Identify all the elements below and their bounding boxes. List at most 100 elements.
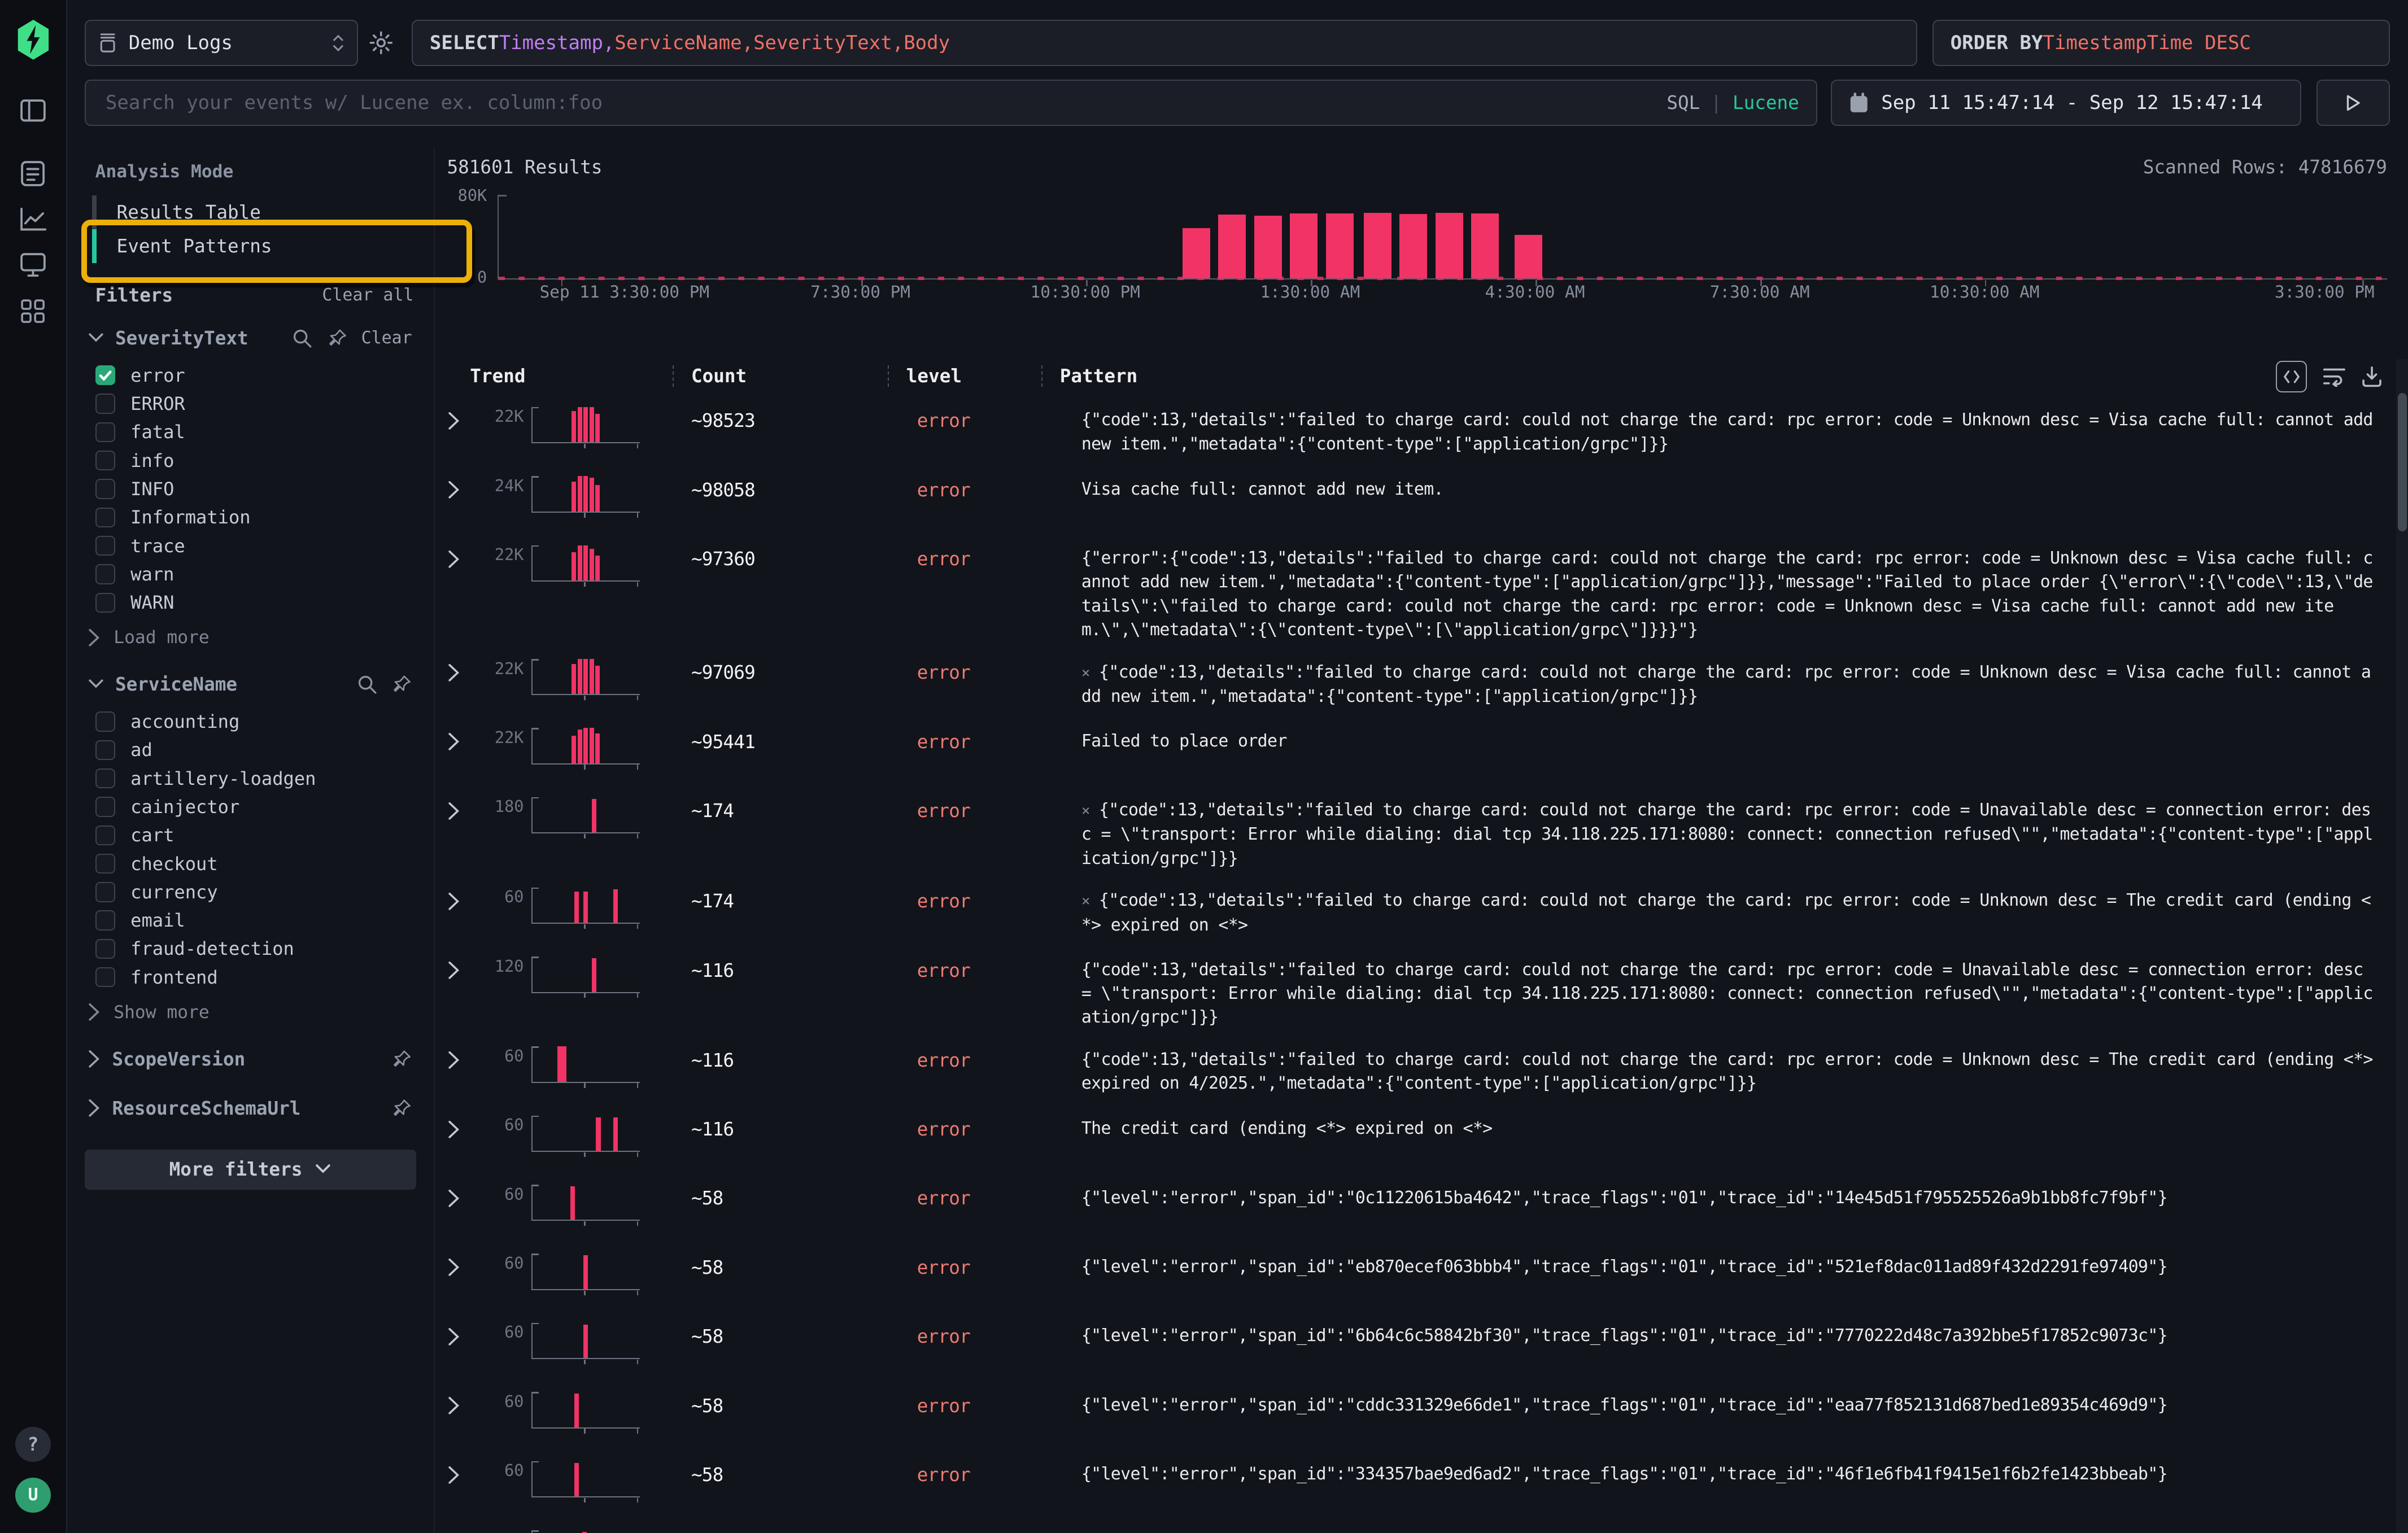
source-selector[interactable]: Demo Logs: [85, 20, 358, 66]
checkbox-unchecked[interactable]: [95, 536, 115, 556]
filter-option-email[interactable]: email: [95, 906, 434, 934]
expand-row-button[interactable]: [447, 886, 484, 911]
search-icon[interactable]: [292, 328, 312, 348]
column-header-level[interactable]: level: [906, 365, 962, 387]
expand-row-button[interactable]: [447, 1045, 484, 1069]
user-avatar[interactable]: U: [15, 1478, 51, 1513]
order-by-input[interactable]: ORDER BY TimestampTime DESC: [1932, 20, 2390, 66]
pattern-table-row[interactable]: 180~174error×{"code":13,"details":"faile…: [435, 787, 2396, 877]
checkbox-unchecked[interactable]: [95, 451, 115, 470]
checkbox-checked[interactable]: [95, 365, 115, 385]
pin-icon[interactable]: [392, 1098, 412, 1118]
lucene-toggle[interactable]: Lucene: [1733, 92, 1799, 113]
checkbox-unchecked[interactable]: [95, 508, 115, 527]
filter-group-severitytext[interactable]: SeverityTextClear: [66, 306, 434, 355]
load-more-button[interactable]: Load more: [88, 623, 434, 652]
filter-option-trace[interactable]: trace: [95, 531, 434, 560]
pin-icon[interactable]: [392, 1049, 412, 1069]
pattern-table-row[interactable]: 60~116error{"code":13,"details":"failed …: [435, 1036, 2396, 1104]
expand-row-button[interactable]: [447, 1390, 484, 1415]
checkbox-unchecked[interactable]: [95, 854, 115, 873]
dismiss-x-icon[interactable]: ×: [1081, 665, 1090, 682]
checkbox-unchecked[interactable]: [95, 939, 115, 959]
download-icon[interactable]: [2361, 366, 2383, 387]
filter-option-error[interactable]: ERROR: [95, 390, 434, 418]
wrap-text-icon[interactable]: [2323, 366, 2346, 386]
histogram-plot[interactable]: [498, 195, 2387, 279]
expand-row-button[interactable]: [447, 1114, 484, 1139]
filter-option-frontend[interactable]: frontend: [95, 963, 434, 992]
checkbox-unchecked[interactable]: [95, 564, 115, 584]
pattern-table-row[interactable]: 60~58error{"level":"error","span_id":"b9…: [435, 1519, 2396, 1533]
clear-filter-button[interactable]: Clear: [361, 328, 412, 348]
expand-row-button[interactable]: [447, 657, 484, 682]
dismiss-x-icon[interactable]: ×: [1081, 802, 1090, 819]
expand-row-button[interactable]: [447, 1460, 484, 1484]
checkbox-unchecked[interactable]: [95, 593, 115, 613]
column-header-pattern[interactable]: Pattern: [1060, 365, 1138, 387]
filter-group-resourceschemaurl[interactable]: ResourceSchemaUrl: [66, 1076, 434, 1125]
search-input[interactable]: [102, 90, 1654, 116]
filter-option-cart[interactable]: cart: [95, 821, 434, 849]
expand-row-button[interactable]: [447, 1528, 484, 1532]
pattern-table-row[interactable]: 22K~98523error{"code":13,"details":"fail…: [435, 396, 2396, 465]
pattern-table-row[interactable]: 22K~97360error{"error":{"code":13,"detai…: [435, 535, 2396, 648]
expand-row-button[interactable]: [447, 955, 484, 980]
expand-row-button[interactable]: [447, 1321, 484, 1346]
column-header-count[interactable]: Count: [691, 365, 747, 387]
filter-option-cainjector[interactable]: cainjector: [95, 793, 434, 821]
filter-option-information[interactable]: Information: [95, 503, 434, 531]
date-range-picker[interactable]: Sep 11 15:47:14 - Sep 12 15:47:14: [1831, 80, 2301, 126]
search-logs-icon[interactable]: [20, 160, 46, 187]
checkbox-unchecked[interactable]: [95, 394, 115, 413]
select-query-input[interactable]: SELECT Timestamp, ServiceName, SeverityT…: [412, 20, 1917, 66]
expand-row-button[interactable]: [447, 474, 484, 499]
expand-row-button[interactable]: [447, 796, 484, 820]
checkbox-unchecked[interactable]: [95, 711, 115, 731]
code-view-icon[interactable]: [2276, 361, 2307, 392]
source-settings-gear-icon[interactable]: [369, 30, 394, 55]
search-icon[interactable]: [357, 674, 377, 694]
collapse-panel-icon[interactable]: [19, 98, 47, 123]
filter-option-error[interactable]: error: [95, 361, 434, 390]
filter-option-artillery-loadgen[interactable]: artillery-loadgen: [95, 764, 434, 792]
filter-option-warn[interactable]: warn: [95, 560, 434, 588]
checkbox-unchecked[interactable]: [95, 422, 115, 442]
checkbox-unchecked[interactable]: [95, 768, 115, 788]
pattern-table-row[interactable]: 22K~95441errorFailed to place order: [435, 717, 2396, 786]
pattern-table-row[interactable]: 22K~97069error×{"code":13,"details":"fai…: [435, 648, 2396, 717]
chart-explorer-icon[interactable]: [19, 207, 47, 232]
more-filters-button[interactable]: More filters: [85, 1150, 417, 1190]
pattern-table-row[interactable]: 120~116error{"code":13,"details":"failed…: [435, 946, 2396, 1036]
filter-group-servicename[interactable]: ServiceName: [66, 652, 434, 701]
dashboards-icon[interactable]: [20, 298, 46, 324]
filter-option-checkout[interactable]: checkout: [95, 849, 434, 877]
pattern-table-row[interactable]: 60~58error{"level":"error","span_id":"33…: [435, 1450, 2396, 1519]
expand-row-button[interactable]: [447, 1252, 484, 1277]
checkbox-unchecked[interactable]: [95, 826, 115, 845]
checkbox-unchecked[interactable]: [95, 797, 115, 816]
pattern-table-row[interactable]: 60~174error×{"code":13,"details":"failed…: [435, 877, 2396, 946]
scrollbar-track[interactable]: [2396, 359, 2408, 1532]
filter-option-ad[interactable]: ad: [95, 736, 434, 764]
pattern-table-row[interactable]: 24K~98058errorVisa cache full: cannot ad…: [435, 465, 2396, 534]
clear-all-filters-button[interactable]: Clear all: [322, 285, 413, 305]
expand-row-button[interactable]: [447, 726, 484, 751]
pattern-table-row[interactable]: 60~58error{"level":"error","span_id":"eb…: [435, 1243, 2396, 1312]
show-more-button[interactable]: Show more: [88, 998, 434, 1027]
filter-option-accounting[interactable]: accounting: [95, 707, 434, 736]
filter-option-currency[interactable]: currency: [95, 878, 434, 906]
help-button[interactable]: ?: [15, 1427, 51, 1462]
checkbox-unchecked[interactable]: [95, 967, 115, 987]
sessions-icon[interactable]: [19, 252, 47, 278]
checkbox-unchecked[interactable]: [95, 910, 115, 930]
sql-toggle[interactable]: SQL: [1667, 92, 1700, 113]
hyperdx-logo-icon[interactable]: [16, 20, 50, 60]
filter-option-fatal[interactable]: fatal: [95, 418, 434, 446]
expand-row-button[interactable]: [447, 1183, 484, 1208]
pin-icon[interactable]: [392, 674, 412, 694]
checkbox-unchecked[interactable]: [95, 882, 115, 902]
pattern-table-row[interactable]: 60~58error{"level":"error","span_id":"0c…: [435, 1174, 2396, 1243]
filter-option-info[interactable]: info: [95, 447, 434, 475]
filter-group-scopeversion[interactable]: ScopeVersion: [66, 1027, 434, 1076]
